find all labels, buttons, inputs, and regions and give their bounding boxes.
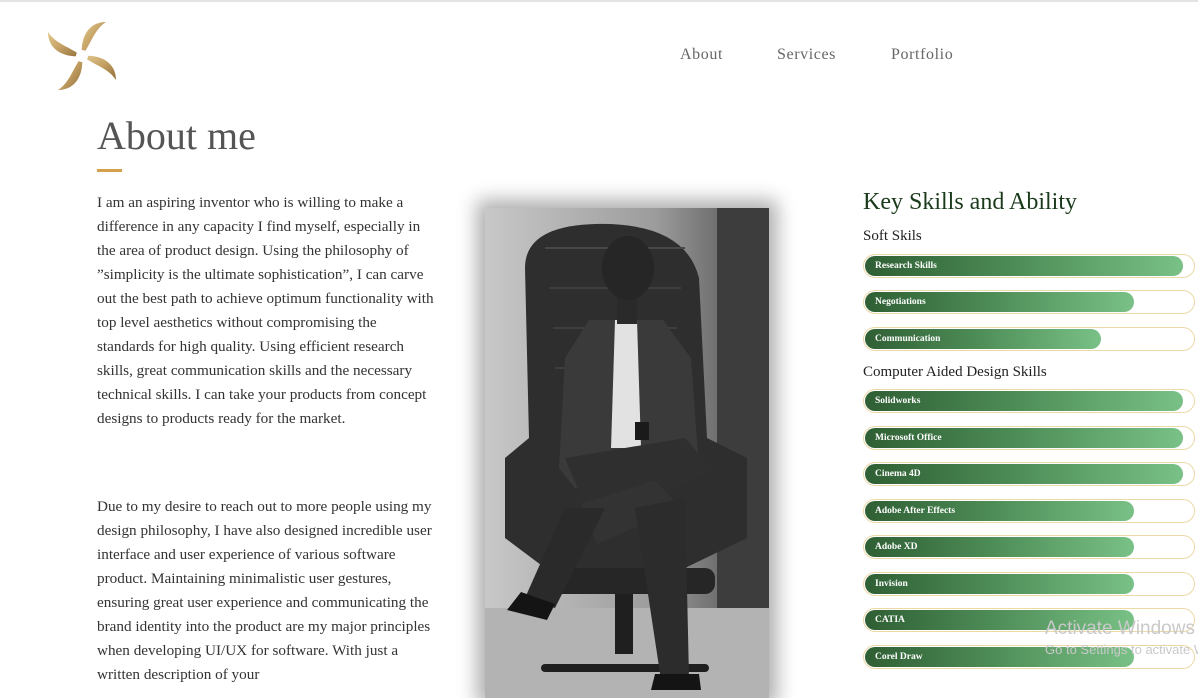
about-paragraph-2: Due to my desire to reach out to more pe… [97,498,432,683]
brand-logo[interactable] [44,18,120,94]
nav-services[interactable]: Services [777,46,836,64]
skill-label: Research Skills [875,261,937,271]
page-title: About me [97,113,256,158]
skill-label: Negotiations [875,297,926,307]
skill-bar-solidworks: Solidworks [863,389,1195,413]
skill-bar-invision: Invision [863,572,1195,596]
skill-label: Adobe XD [875,542,918,552]
watermark-line-1: Activate Windows [1045,618,1195,639]
skill-label: Adobe After Effects [875,506,956,516]
skill-bar-research-skills: Research Skills [863,254,1195,278]
swirl-logo-icon [48,22,116,90]
skill-label: Communication [875,334,941,344]
skill-bar-negotiations: Negotiations [863,290,1195,314]
skill-bar-cinema-4d: Cinema 4D [863,462,1195,486]
watermark-line-2: Go to Settings to activate Windows. [1045,642,1198,657]
skill-bar-microsoft-office: Microsoft Office [863,426,1195,450]
skill-label: Invision [875,579,908,589]
skill-bar-adobe-after-effects: Adobe After Effects [863,499,1195,523]
profile-photo [485,208,769,698]
nav-about[interactable]: About [680,46,723,64]
skill-group-cad-title: Computer Aided Design Skills [863,364,1047,380]
skill-label: Solidworks [875,396,921,406]
skill-bar-communication: Communication [863,327,1195,351]
skills-title: Key Skills and Ability [863,189,1078,215]
activate-windows-watermark: Activate Windows Go to Settings to activ… [1045,618,1198,657]
skill-label: CATIA [875,615,905,625]
skill-bar-adobe-xd: Adobe XD [863,535,1195,559]
skill-label: Microsoft Office [875,433,942,443]
title-underline [97,169,122,172]
portrait-image [485,208,769,698]
skill-label: Cinema 4D [875,469,921,479]
nav-portfolio[interactable]: Portfolio [891,46,953,64]
top-border [0,0,1198,2]
skill-group-soft-title: Soft Skils [863,228,922,244]
skill-label: Corel Draw [875,652,923,662]
about-paragraph-1: I am an aspiring inventor who is willing… [97,194,434,427]
